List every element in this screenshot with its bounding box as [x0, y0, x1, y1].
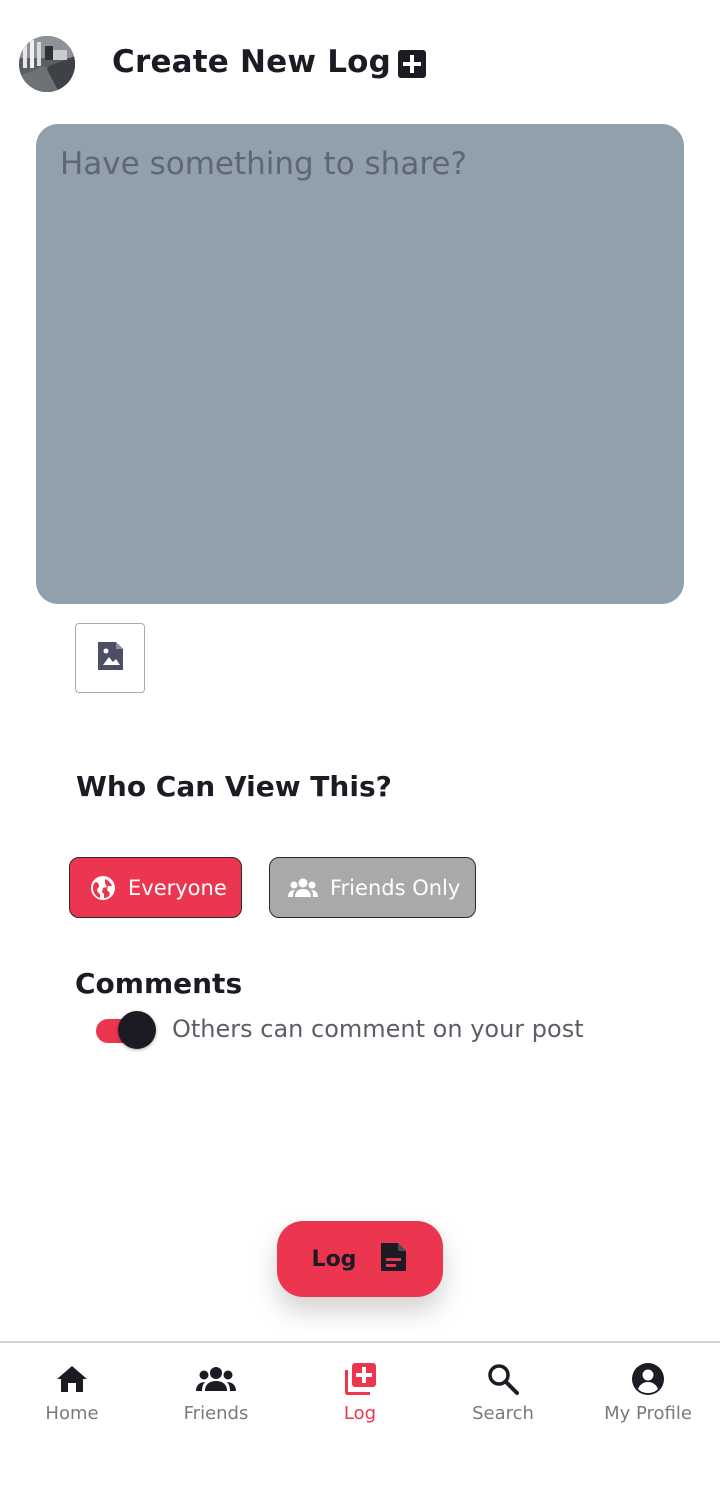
nav-label-friends: Friends — [183, 1403, 249, 1424]
page-title: Create New Log — [112, 44, 392, 80]
add-box-icon[interactable] — [397, 49, 427, 79]
share-input[interactable] — [60, 146, 660, 582]
nav-item-my-profile[interactable]: My Profile — [576, 1343, 720, 1453]
everyone-label: Everyone — [128, 875, 227, 900]
group-icon — [288, 877, 318, 899]
home-icon — [56, 1361, 88, 1397]
toggle-knob — [118, 1011, 156, 1049]
log-button-label: Log — [311, 1246, 357, 1272]
add-image-button[interactable] — [75, 623, 145, 693]
search-icon — [487, 1361, 519, 1397]
visibility-title: Who Can View This? — [76, 770, 392, 803]
globe-icon — [90, 875, 116, 901]
nav-item-log[interactable]: Log — [288, 1343, 432, 1453]
comments-title: Comments — [75, 967, 243, 1000]
nav-item-home[interactable]: Home — [0, 1343, 144, 1453]
bottom-nav: Home Friends Log Search My Profile — [0, 1341, 720, 1503]
friends-only-option[interactable]: Friends Only — [269, 857, 476, 918]
add-image-icon — [95, 640, 125, 676]
friends-only-label: Friends Only — [330, 875, 461, 900]
document-icon — [378, 1241, 408, 1277]
people-icon — [196, 1361, 236, 1397]
nav-item-search[interactable]: Search — [431, 1343, 575, 1453]
comments-toggle[interactable] — [96, 1011, 156, 1051]
avatar[interactable] — [19, 36, 75, 92]
account-circle-icon — [631, 1361, 665, 1397]
add-library-icon — [343, 1361, 377, 1397]
nav-label-home: Home — [45, 1403, 99, 1424]
nav-label-my-profile: My Profile — [604, 1403, 692, 1424]
nav-label-log: Log — [343, 1403, 377, 1424]
nav-item-friends[interactable]: Friends — [144, 1343, 288, 1453]
post-composer — [36, 124, 684, 604]
log-submit-button[interactable]: Log — [277, 1221, 443, 1297]
nav-label-search: Search — [472, 1403, 534, 1424]
comments-label: Others can comment on your post — [172, 1015, 584, 1043]
everyone-option[interactable]: Everyone — [69, 857, 242, 918]
